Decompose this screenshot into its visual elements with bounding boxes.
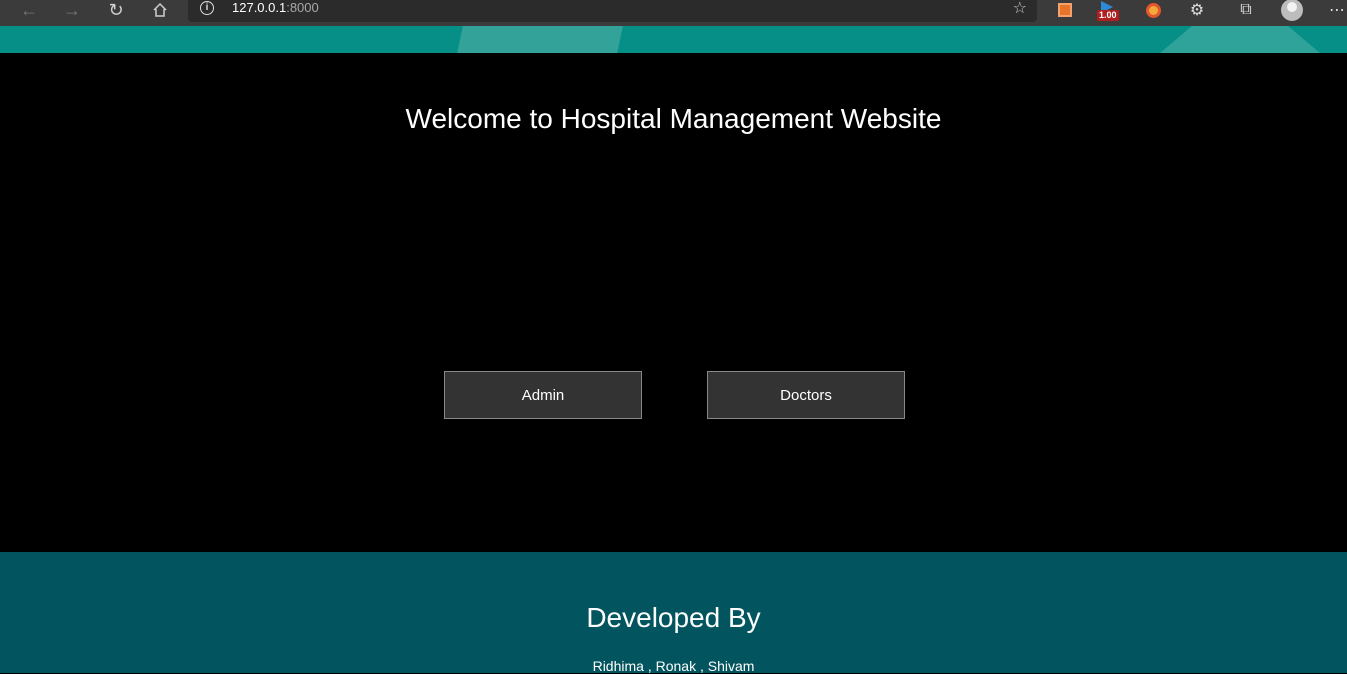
page-title: Welcome to Hospital Management Website	[405, 103, 942, 134]
extension-badge: 1.00	[1097, 10, 1119, 21]
extension-orange-icon[interactable]	[1056, 0, 1074, 20]
back-arrow-icon[interactable]: ←	[14, 0, 44, 23]
strip-shape-left	[457, 26, 623, 53]
favorite-star-icon[interactable]: ☆	[1013, 0, 1027, 18]
main-section: Welcome to Hospital Management Website A…	[0, 53, 1347, 552]
collections-icon[interactable]: ⧉	[1236, 0, 1256, 20]
home-icon[interactable]	[145, 0, 175, 23]
footer: Developed By Ridhima , Ronak , Shivam	[0, 552, 1347, 674]
url-text[interactable]: 127.0.0.1:8000	[232, 0, 319, 16]
doctors-button[interactable]: Doctors	[707, 371, 905, 419]
extensions-puzzle-icon[interactable]: ⚙	[1187, 0, 1207, 20]
avatar	[1281, 0, 1303, 21]
url-host: 127.0.0.1	[232, 0, 287, 15]
url-port: :8000	[286, 0, 319, 15]
forward-arrow-icon[interactable]: →	[57, 0, 87, 23]
extension-orange-shape	[1058, 3, 1072, 17]
refresh-icon[interactable]: ↻	[101, 0, 131, 23]
browser-toolbar: ← → ↻ i 127.0.0.1:8000 ☆ 1.00 ⚙ ⧉ ⋯	[0, 0, 1347, 26]
extension-circle-shape	[1145, 2, 1161, 18]
developer-names: Ridhima , Ronak , Shivam	[592, 658, 755, 674]
footer-title: Developed By	[586, 602, 761, 633]
address-bar[interactable]: i 127.0.0.1:8000 ☆	[188, 0, 1037, 22]
extension-circle-icon[interactable]	[1144, 0, 1162, 20]
more-menu-icon[interactable]: ⋯	[1328, 0, 1346, 20]
extension-badge-icon[interactable]: 1.00	[1097, 0, 1123, 21]
profile-avatar-icon[interactable]	[1280, 0, 1304, 21]
info-icon[interactable]: i	[200, 1, 214, 15]
strip-shape-right	[1160, 26, 1320, 53]
admin-button[interactable]: Admin	[444, 371, 642, 419]
home-svg	[153, 2, 167, 17]
decorative-header-strip	[0, 26, 1347, 53]
